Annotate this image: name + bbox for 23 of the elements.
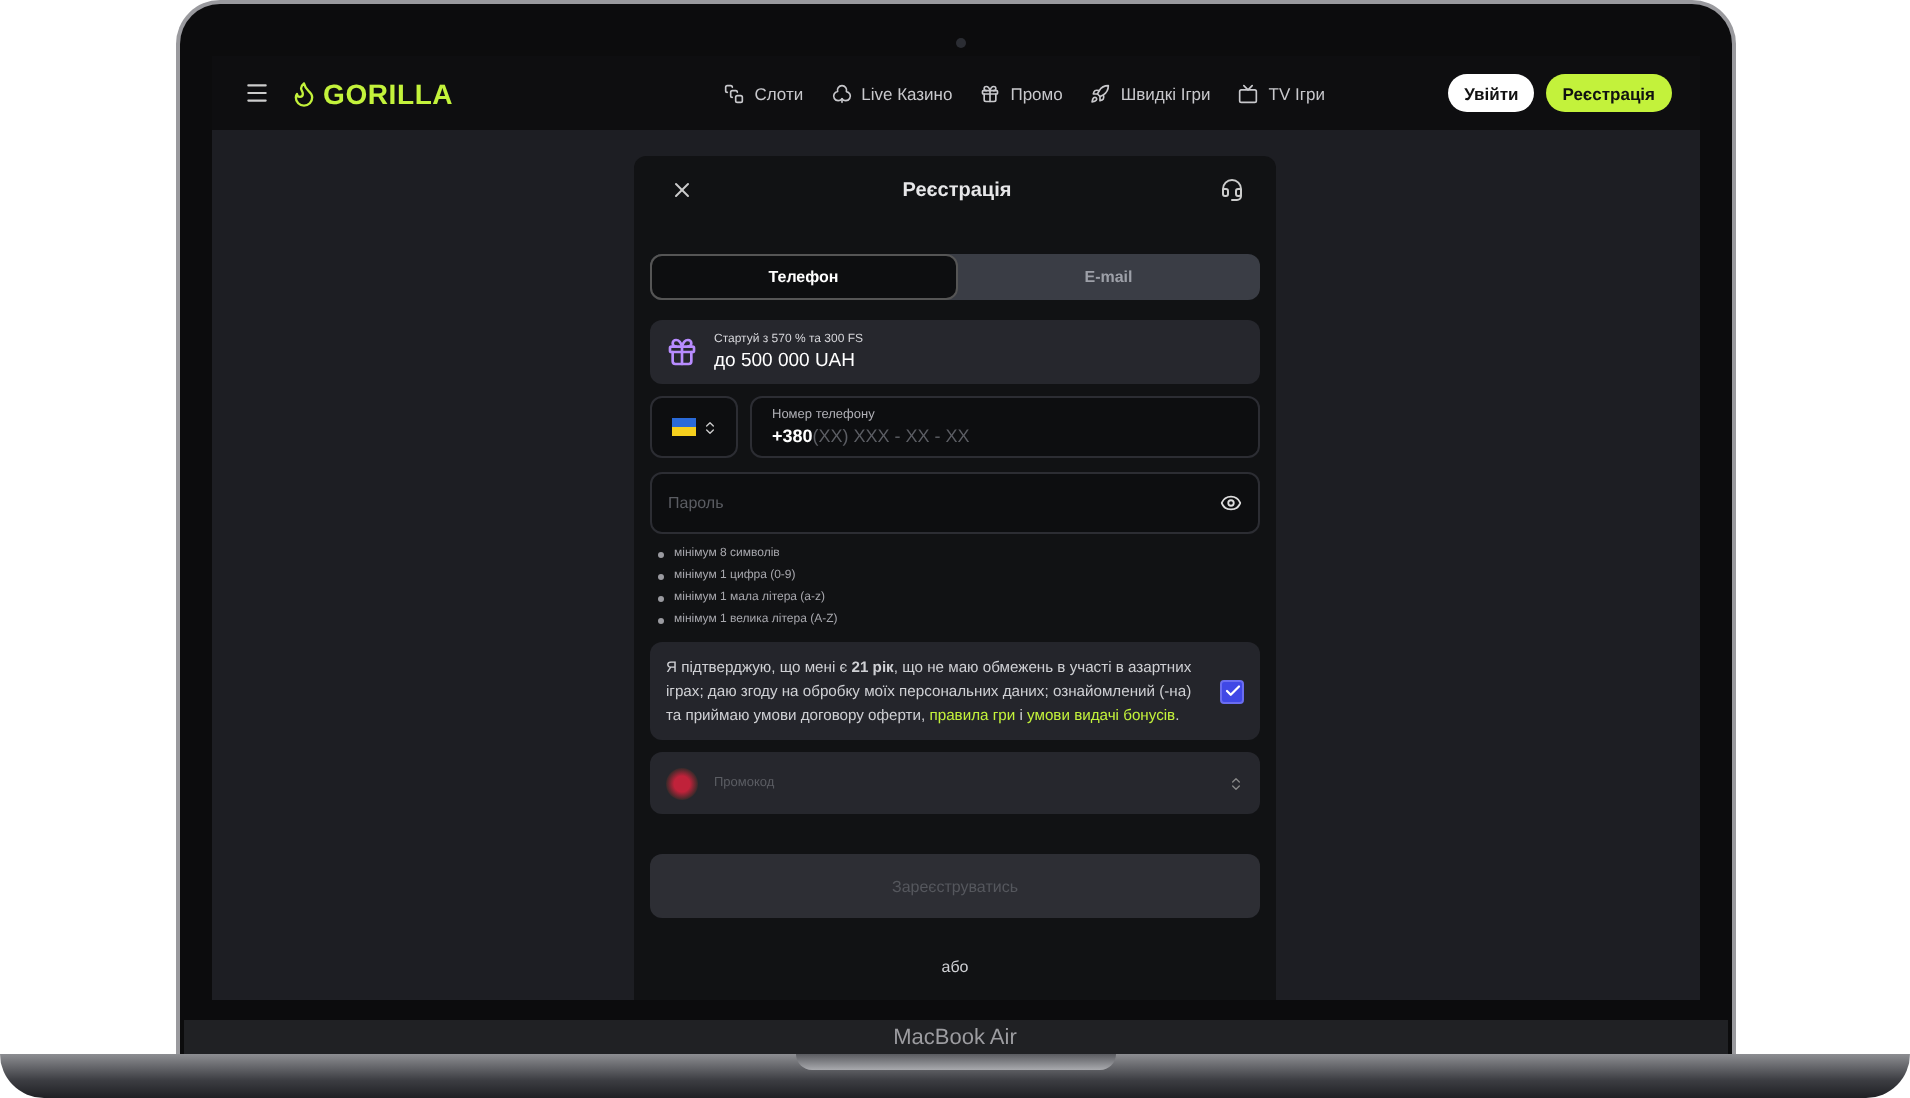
device-label: MacBook Air — [893, 1025, 1017, 1049]
tab[interactable]: E-mail — [957, 254, 1260, 300]
nav-label: Швидкі Ігри — [1120, 83, 1211, 103]
nav-label: Промо — [1010, 83, 1063, 103]
nav-link[interactable]: TV Ігри — [1238, 83, 1325, 103]
nav-link[interactable]: Слоти — [724, 83, 804, 103]
logo[interactable]: GORILLA — [323, 77, 454, 109]
nav-label: Слоти — [754, 83, 804, 103]
bonus-amount: до 500 000 UAH — [714, 349, 858, 371]
nav-label: Live Казино — [861, 83, 953, 103]
phone-input[interactable]: (XX) XXX - XX - XX — [812, 426, 1238, 446]
nav-link[interactable]: Live Казино — [831, 83, 953, 103]
nav-link[interactable]: Швидкі Ігри — [1090, 83, 1211, 103]
modal-title: Реєстрація — [902, 179, 1012, 201]
nav-link[interactable]: Промо — [980, 83, 1063, 103]
country-code: +380 — [772, 426, 813, 446]
login-button[interactable]: Увійти — [1448, 74, 1535, 112]
tab[interactable]: Телефон — [650, 254, 957, 300]
nav-label: TV Ігри — [1268, 83, 1325, 103]
password-field[interactable]: Пароль — [650, 472, 1260, 534]
register-button[interactable]: Реєстрація — [1546, 74, 1671, 112]
or-text: або — [941, 958, 969, 977]
password-input[interactable]: Пароль — [668, 494, 1220, 512]
